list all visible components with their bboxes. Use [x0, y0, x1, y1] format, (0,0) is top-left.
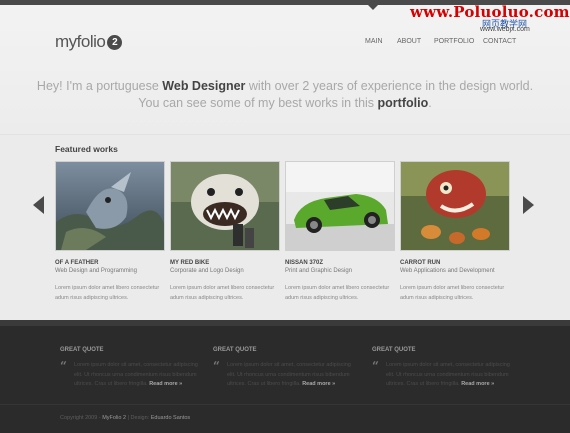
work-subtitle: Web Applications and Development: [400, 268, 495, 274]
work-title: CARROT RUN: [400, 260, 441, 266]
footer-designer-link[interactable]: Eduardo Santos: [151, 415, 190, 421]
intro-text: Hey! I'm a portuguese Web Designer with …: [20, 78, 550, 112]
quote-block: GREAT QUOTE “ Lorem ipsum dolor sit amet…: [60, 347, 200, 390]
quote-title: GREAT QUOTE: [372, 347, 416, 353]
work-subtitle: Web Design and Programming: [55, 268, 137, 274]
work-item[interactable]: MY RED BIKE Corporate and Logo Design Lo…: [170, 161, 280, 303]
read-more-link[interactable]: Read more »: [302, 381, 335, 387]
illustration-carrot-creature: [401, 162, 509, 250]
footer-brand-link[interactable]: MyFolio 2: [102, 415, 126, 421]
quote-icon: “: [213, 359, 220, 373]
work-item[interactable]: OF A FEATHER Web Design and Programming …: [55, 161, 165, 303]
work-description: Lorem ipsum dolor amet libero consectetu…: [170, 285, 275, 301]
quote-block: GREAT QUOTE “ Lorem ipsum dolor sit amet…: [213, 347, 353, 390]
intro-line-1: Hey! I'm a portuguese Web Designer with …: [36, 79, 534, 93]
quote-body: “ Lorem ipsum dolor sit amet, consectetu…: [60, 359, 200, 390]
nav-about[interactable]: ABOUT: [397, 38, 421, 45]
work-title: NISSAN 370Z: [285, 260, 324, 266]
nav-contact[interactable]: CONTACT: [483, 38, 516, 45]
work-description: Lorem ipsum dolor amet libero consectetu…: [400, 285, 505, 301]
quote-title: GREAT QUOTE: [60, 347, 104, 353]
nav-portfolio[interactable]: PORTFOLIO: [434, 38, 474, 45]
featured-title: Featured works: [55, 144, 118, 154]
quote-icon: “: [372, 359, 379, 373]
work-thumbnail-nissan-370z[interactable]: [285, 161, 395, 251]
read-more-link[interactable]: Read more »: [149, 381, 182, 387]
illustration-monster: [171, 162, 279, 250]
work-subtitle: Corporate and Logo Design: [170, 268, 244, 274]
arrow-left-icon[interactable]: [33, 196, 44, 214]
nav-main[interactable]: MAIN: [365, 38, 383, 45]
logo[interactable]: myfolio 2: [55, 32, 123, 52]
work-item[interactable]: CARROT RUN Web Applications and Developm…: [400, 161, 510, 303]
illustration-green-car: [286, 162, 394, 250]
work-thumbnail-of-a-feather[interactable]: [55, 161, 165, 251]
read-more-link[interactable]: Read more »: [461, 381, 494, 387]
quote-icon: “: [60, 359, 67, 373]
watermark: www.Poluoluo.com 网页教学网 www.webjx.com: [410, 3, 570, 35]
footer-bottom-divider: [0, 404, 570, 405]
work-description: Lorem ipsum dolor amet libero consectetu…: [285, 285, 390, 301]
logo-badge: 2: [107, 35, 123, 50]
watermark-url: www.webjx.com: [480, 26, 530, 33]
work-title: MY RED BIKE: [170, 260, 210, 266]
logo-text: myfolio: [55, 32, 106, 51]
work-item[interactable]: NISSAN 370Z Print and Graphic Design Lor…: [285, 161, 395, 303]
quote-block: GREAT QUOTE “ Lorem ipsum dolor sit amet…: [372, 347, 512, 390]
work-thumbnail-carrot-run[interactable]: [400, 161, 510, 251]
work-description: Lorem ipsum dolor amet libero consectetu…: [55, 285, 160, 301]
footer-divider: [0, 320, 570, 326]
work-title: OF A FEATHER: [55, 260, 99, 266]
illustration-feather-creature: [56, 162, 164, 250]
quote-body: “ Lorem ipsum dolor sit amet, consectetu…: [213, 359, 353, 390]
work-subtitle: Print and Graphic Design: [285, 268, 353, 274]
active-nav-indicator: [368, 5, 378, 10]
quote-body: “ Lorem ipsum dolor sit amet, consectetu…: [372, 359, 512, 390]
copyright: Copyright 2009 - MyFolio 2 | Design: Edu…: [60, 415, 191, 421]
arrow-right-icon[interactable]: [523, 196, 534, 214]
work-thumbnail-my-red-bike[interactable]: [170, 161, 280, 251]
quote-title: GREAT QUOTE: [213, 347, 257, 353]
intro-line-2: You can see some of my best works in thi…: [138, 96, 432, 110]
